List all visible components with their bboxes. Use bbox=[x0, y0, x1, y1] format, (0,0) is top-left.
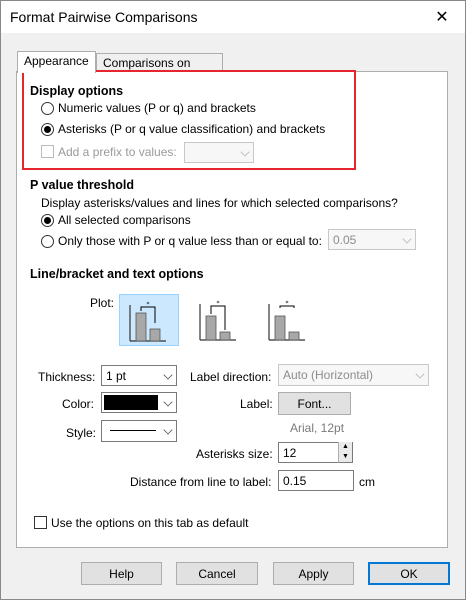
plot-style-1-icon: * bbox=[129, 301, 166, 342]
all-comparisons-radio[interactable] bbox=[41, 214, 54, 227]
line-style-preview bbox=[110, 430, 156, 431]
chevron-down-icon bbox=[415, 369, 425, 379]
chevron-down-icon bbox=[163, 370, 173, 380]
dialog-window: Format Pairwise Comparisons ✕ Appearance… bbox=[0, 0, 466, 600]
color-combo[interactable] bbox=[101, 392, 177, 413]
color-label: Color: bbox=[62, 397, 95, 411]
ok-button[interactable]: OK bbox=[368, 562, 450, 585]
all-comparisons-label: All selected comparisons bbox=[58, 213, 191, 227]
distance-input[interactable]: 0.15 bbox=[278, 470, 354, 491]
p-threshold-heading: P value threshold bbox=[30, 178, 134, 192]
font-button-label: Font... bbox=[297, 397, 332, 411]
use-as-default-label: Use the options on this tab as default bbox=[51, 516, 249, 530]
line-style-combo[interactable] bbox=[101, 420, 177, 442]
tab-appearance[interactable]: Appearance bbox=[17, 51, 96, 73]
spinner-down-icon[interactable]: ▼ bbox=[339, 452, 352, 462]
asterisks-label: Asterisks (P or q value classification) … bbox=[58, 122, 326, 136]
apply-button-label: Apply bbox=[298, 567, 329, 581]
close-button[interactable]: ✕ bbox=[419, 1, 465, 33]
window-title: Format Pairwise Comparisons bbox=[10, 9, 198, 25]
plot-label: Plot: bbox=[90, 296, 115, 310]
chevron-down-icon bbox=[163, 397, 173, 407]
add-prefix-checkbox[interactable] bbox=[41, 145, 54, 158]
distance-unit: cm bbox=[359, 475, 375, 489]
plot-style-2-icon: * bbox=[199, 300, 236, 341]
title-bar: Format Pairwise Comparisons ✕ bbox=[1, 1, 465, 33]
only-those-label: Only those with P or q value less than o… bbox=[58, 234, 322, 248]
threshold-combo[interactable]: 0.05 bbox=[328, 229, 416, 250]
chevron-down-icon bbox=[163, 425, 173, 435]
svg-text:*: * bbox=[217, 300, 220, 307]
label-direction-value: Auto (Horizontal) bbox=[283, 368, 374, 382]
distance-label: Distance from line to label: bbox=[130, 475, 272, 489]
cancel-button-label: Cancel bbox=[198, 567, 236, 581]
spinner-up-icon[interactable]: ▲ bbox=[339, 442, 352, 452]
color-swatch bbox=[104, 395, 158, 410]
label-direction-label: Label direction: bbox=[190, 370, 272, 384]
apply-button[interactable]: Apply bbox=[273, 562, 354, 585]
plot-style-3-icon: * bbox=[268, 300, 305, 341]
cancel-button[interactable]: Cancel bbox=[176, 562, 258, 585]
font-button[interactable]: Font... bbox=[278, 392, 351, 415]
style-label: Style: bbox=[66, 426, 97, 440]
prefix-combo[interactable] bbox=[184, 142, 254, 163]
thickness-label: Thickness: bbox=[38, 370, 96, 384]
close-icon: ✕ bbox=[435, 9, 449, 26]
help-button[interactable]: Help bbox=[81, 562, 162, 585]
line-options-heading: Line/bracket and text options bbox=[30, 267, 204, 281]
help-button-label: Help bbox=[109, 567, 134, 581]
asterisks-size-input[interactable]: 12 ▲ ▼ bbox=[278, 442, 353, 463]
p-threshold-description: Display asterisks/values and lines for w… bbox=[41, 196, 398, 210]
numeric-values-radio[interactable] bbox=[41, 102, 54, 115]
ok-button-label: OK bbox=[400, 567, 418, 581]
plot-style-1-button[interactable]: * bbox=[119, 294, 179, 346]
tab-label: Appearance bbox=[24, 54, 89, 68]
svg-text:*: * bbox=[286, 300, 289, 307]
distance-value: 0.15 bbox=[283, 474, 307, 488]
plot-style-2-button[interactable]: * bbox=[190, 294, 250, 346]
plot-style-3-button[interactable]: * bbox=[259, 294, 319, 346]
thickness-value: 1 pt bbox=[106, 369, 127, 383]
thickness-combo[interactable]: 1 pt bbox=[101, 365, 177, 386]
only-those-radio[interactable] bbox=[41, 235, 54, 248]
asterisks-size-label: Asterisks size: bbox=[196, 447, 273, 461]
numeric-values-label: Numeric values (P or q) and brackets bbox=[58, 101, 256, 115]
label-direction-combo[interactable]: Auto (Horizontal) bbox=[278, 364, 429, 386]
chevron-down-icon bbox=[240, 147, 250, 157]
add-prefix-label: Add a prefix to values: bbox=[58, 145, 177, 159]
asterisks-size-value: 12 bbox=[283, 446, 297, 460]
asterisks-radio[interactable] bbox=[41, 123, 54, 136]
display-options-heading: Display options bbox=[30, 84, 124, 98]
use-as-default-checkbox[interactable] bbox=[34, 516, 47, 529]
label-label: Label: bbox=[240, 397, 273, 411]
chevron-down-icon bbox=[402, 234, 412, 244]
font-description: Arial, 12pt bbox=[290, 421, 345, 435]
svg-text:*: * bbox=[147, 301, 150, 308]
asterisks-size-spinner[interactable]: ▲ ▼ bbox=[338, 442, 352, 463]
threshold-value: 0.05 bbox=[333, 233, 357, 247]
